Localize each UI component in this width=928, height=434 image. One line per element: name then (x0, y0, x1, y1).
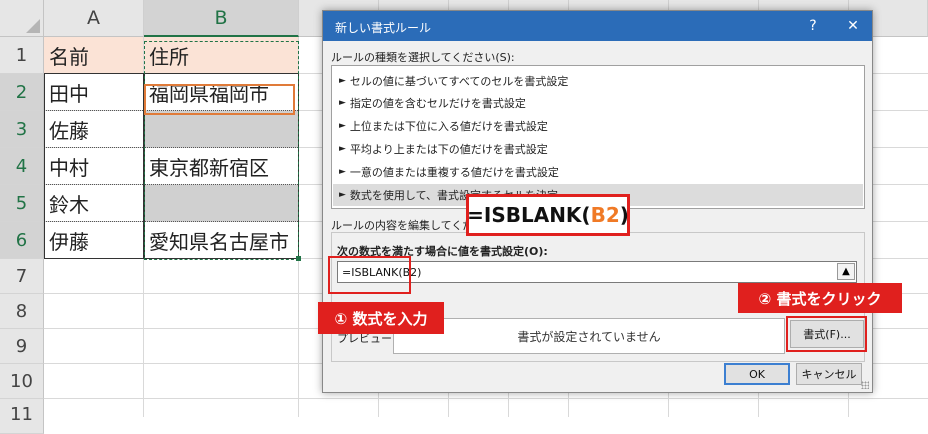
rule-type-label: ルールの種類を選択してください(S): (331, 51, 515, 64)
list-item[interactable]: ► 一意の値または重複する値だけを書式設定 (333, 161, 863, 183)
preview-box: 書式が設定されていません (393, 318, 785, 354)
row-header-2[interactable]: 2 (0, 74, 44, 111)
fill-handle[interactable] (296, 256, 301, 261)
cell-b5[interactable] (144, 185, 298, 222)
list-item-label: 上位または下位に入る値だけを書式設定 (349, 120, 548, 133)
formula-callout-prefix: =ISBLANK( (467, 203, 591, 227)
cell-a2[interactable]: 田中 (44, 74, 143, 111)
close-button[interactable]: ✕ (835, 11, 871, 41)
list-item[interactable]: ► 上位または下位に入る値だけを書式設定 (333, 115, 863, 137)
cell-b1[interactable]: 住所 (144, 37, 298, 73)
list-item-label: 平均より上または下の値だけを書式設定 (349, 143, 548, 156)
collapse-dialog-button[interactable]: ▲ (837, 263, 855, 280)
arrow-right-icon: ► (339, 98, 346, 108)
row-header-1[interactable]: 1 (0, 37, 44, 74)
list-item-label: 指定の値を含むセルだけを書式設定 (349, 97, 526, 110)
formula-callout: =ISBLANK(B2) (466, 194, 630, 236)
formula-input[interactable]: =ISBLANK(B2) (337, 261, 857, 283)
cell-b2[interactable]: 福岡県福岡市 (144, 74, 298, 111)
row-header-6[interactable]: 6 (0, 222, 44, 259)
cell-a5[interactable]: 鈴木 (44, 185, 143, 222)
select-all-icon (26, 19, 40, 33)
resize-grip-icon[interactable] (861, 381, 869, 389)
column-header-b[interactable]: B (144, 0, 299, 37)
cell-a3[interactable]: 佐藤 (44, 111, 143, 148)
cell-b4[interactable]: 東京都新宿区 (144, 148, 298, 185)
help-button[interactable]: ? (795, 11, 831, 41)
list-item[interactable]: ► セルの値に基づいてすべてのセルを書式設定 (333, 70, 863, 92)
select-all-corner[interactable] (0, 0, 44, 37)
gridline (44, 398, 928, 399)
row-header-4[interactable]: 4 (0, 148, 44, 185)
arrow-right-icon: ► (339, 121, 346, 131)
arrow-right-icon: ► (339, 144, 346, 154)
list-item-label: セルの値に基づいてすべてのセルを書式設定 (349, 75, 569, 88)
cell-a1[interactable]: 名前 (44, 37, 143, 73)
format-button[interactable]: 書式(F)... (790, 320, 864, 348)
formula-label: 次の数式を満たす場合に値を書式設定(O): (337, 245, 548, 258)
row-header-10[interactable]: 10 (0, 364, 44, 399)
collapse-icon: ▲ (842, 266, 850, 277)
step2-label: ② 書式をクリック (738, 283, 902, 313)
arrow-right-icon: ► (339, 167, 346, 177)
gridline (298, 37, 299, 417)
step1-label: ① 数式を入力 (318, 302, 444, 334)
cell-b6[interactable]: 愛知県名古屋市 (144, 222, 298, 259)
ok-button[interactable]: OK (724, 363, 790, 385)
dialog-titlebar[interactable]: 新しい書式ルール ? ✕ (323, 11, 872, 41)
row-header-3[interactable]: 3 (0, 111, 44, 148)
formula-callout-highlight: B2 (590, 203, 620, 227)
cell-b3[interactable] (144, 111, 298, 148)
arrow-right-icon: ► (339, 190, 346, 200)
list-item[interactable]: ► 指定の値を含むセルだけを書式設定 (333, 92, 863, 114)
row-header-8[interactable]: 8 (0, 294, 44, 329)
row-header-7[interactable]: 7 (0, 259, 44, 294)
row-header-9[interactable]: 9 (0, 329, 44, 364)
list-item-label: 一意の値または重複する値だけを書式設定 (349, 166, 559, 179)
formula-callout-suffix: ) (619, 203, 629, 227)
dialog-title: 新しい書式ルール (335, 21, 432, 35)
cancel-button[interactable]: キャンセル (796, 363, 862, 385)
cell-a6[interactable]: 伊藤 (44, 222, 143, 259)
cell-a4[interactable]: 中村 (44, 148, 143, 185)
arrow-right-icon: ► (339, 76, 346, 86)
rule-type-list[interactable]: ► セルの値に基づいてすべてのセルを書式設定 ► 指定の値を含むセルだけを書式設定 … (331, 65, 865, 209)
column-header-a[interactable]: A (44, 0, 144, 37)
row-header-5[interactable]: 5 (0, 185, 44, 222)
list-item[interactable]: ► 平均より上または下の値だけを書式設定 (333, 138, 863, 160)
